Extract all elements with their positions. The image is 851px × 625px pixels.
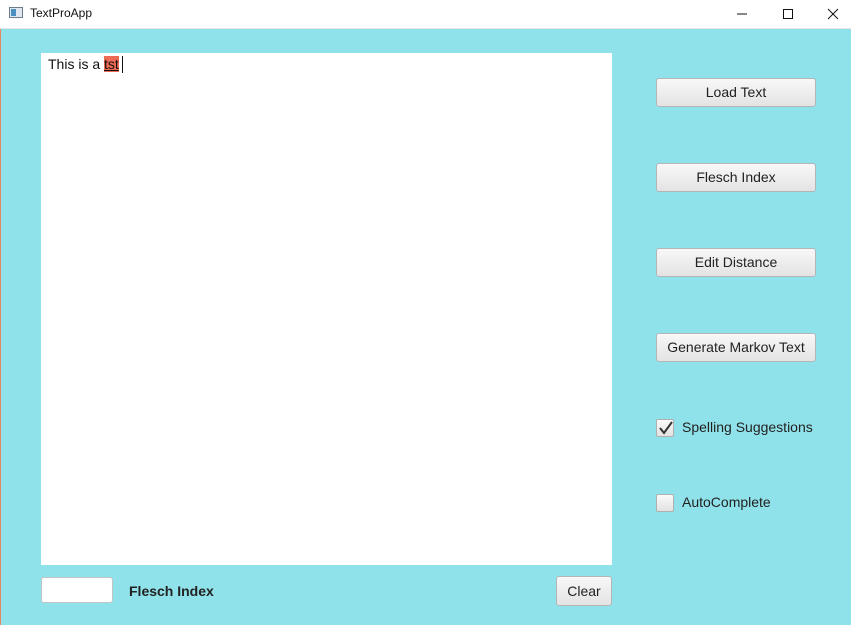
maximize-button[interactable] xyxy=(765,0,811,28)
spelling-suggestions-label: Spelling Suggestions xyxy=(682,419,813,435)
flesch-index-label: Flesch Index xyxy=(129,583,214,599)
editor-text-content: This is a xyxy=(48,56,105,72)
clear-button[interactable]: Clear xyxy=(556,576,612,606)
generate-markov-text-button[interactable]: Generate Markov Text xyxy=(656,333,816,362)
minimize-icon xyxy=(737,13,747,15)
app-window-icon xyxy=(9,7,23,18)
autocomplete-label: AutoComplete xyxy=(682,494,771,510)
spelling-suggestions-checkbox[interactable] xyxy=(656,419,674,437)
close-icon xyxy=(827,8,839,20)
flesch-index-field[interactable] xyxy=(41,577,113,603)
title-bar: TextProApp xyxy=(0,0,851,29)
minimize-button[interactable] xyxy=(719,0,765,28)
maximize-icon xyxy=(783,9,793,19)
checkmark-icon xyxy=(659,421,673,435)
text-editor-area[interactable]: This is a tst xyxy=(41,53,612,565)
close-button[interactable] xyxy=(810,0,851,28)
window-title: TextProApp xyxy=(30,6,93,20)
load-text-button[interactable]: Load Text xyxy=(656,78,816,107)
autocomplete-checkbox[interactable] xyxy=(656,494,674,512)
edit-distance-button[interactable]: Edit Distance xyxy=(656,248,816,277)
misspelled-word[interactable]: tst xyxy=(104,56,119,72)
editor-text: This is a tst xyxy=(48,56,123,73)
flesch-index-button[interactable]: Flesch Index xyxy=(656,163,816,192)
app-content: This is a tst Load Text Flesch Index Edi… xyxy=(0,29,851,625)
text-caret xyxy=(121,56,123,73)
